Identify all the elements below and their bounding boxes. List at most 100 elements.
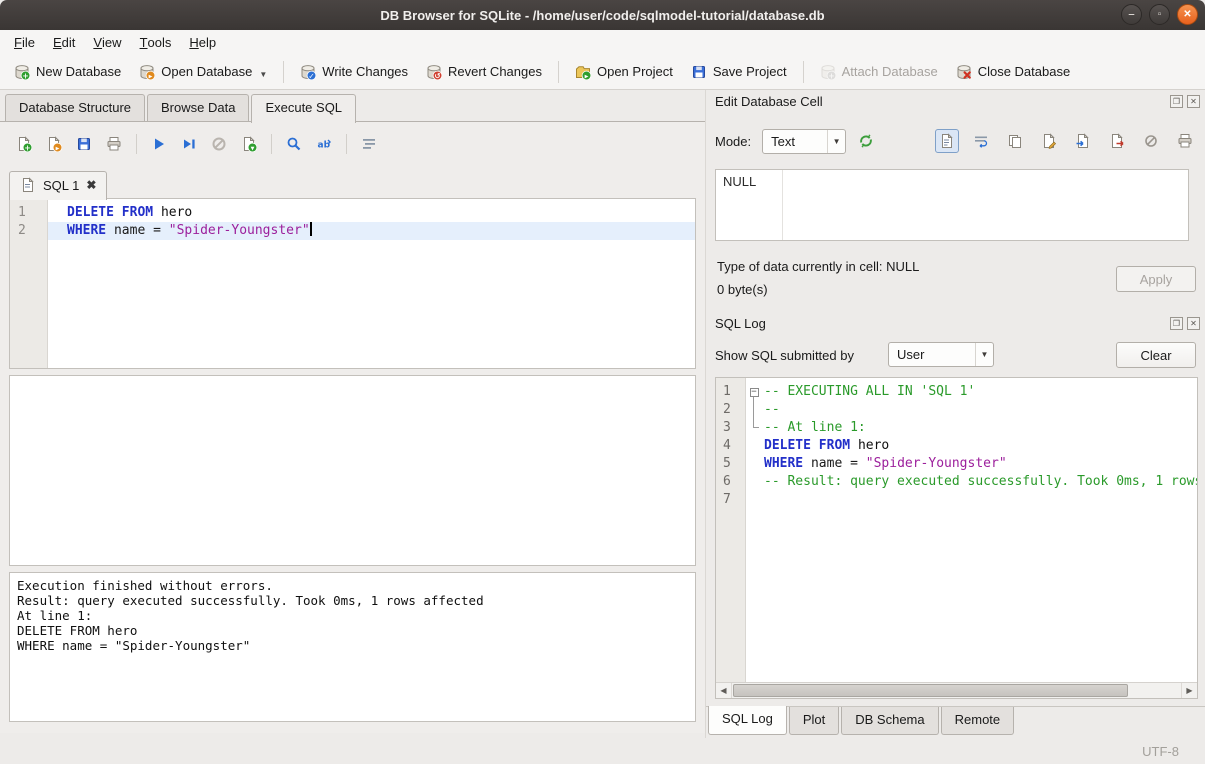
close-tab-icon[interactable]: ✖ — [86, 178, 96, 192]
scroll-right-icon[interactable]: ▶ — [1181, 683, 1197, 698]
find-button[interactable] — [282, 132, 306, 156]
right-dock-panel: Edit Database Cell ❐ ✕ Mode: Text ▼ NULL… — [705, 90, 1205, 738]
fold-marker-icon[interactable]: − — [746, 383, 762, 401]
sql-log-view[interactable]: 1−-- EXECUTING ALL IN 'SQL 1'2--3-- At l… — [715, 377, 1198, 699]
code-text: WHERE name = "Spider-Youngster" — [762, 455, 1197, 473]
clear-log-button[interactable]: Clear — [1116, 342, 1196, 368]
text-mode-button[interactable] — [935, 129, 959, 153]
open-database-icon: ▸ — [139, 64, 155, 80]
revert-changes-button-label: Revert Changes — [448, 64, 542, 79]
fold-marker-icon[interactable] — [746, 401, 762, 419]
close-database-icon — [956, 64, 972, 80]
titlebar[interactable]: DB Browser for SQLite - /home/user/code/… — [0, 0, 1205, 30]
execute-sql-panel: + ▸ ▾ ab SQL 1 ✖ 1DELETE FROM hero2WHERE na… — [0, 121, 705, 733]
new-database-icon: + — [14, 64, 30, 80]
code-text: -- — [762, 401, 1197, 419]
token: -- At line 1: — [764, 420, 866, 435]
mode-value: Text — [771, 134, 795, 149]
line-number: 1 — [716, 383, 746, 401]
cell-value-editor[interactable]: NULL — [715, 169, 1189, 241]
open-sql-file-button[interactable]: ▸ — [42, 132, 66, 156]
code-line: 3-- At line 1: — [716, 419, 1197, 437]
svg-text:+: + — [22, 71, 28, 80]
svg-text:+: + — [24, 143, 30, 152]
bottom-tab-sql-log[interactable]: SQL Log — [708, 706, 787, 735]
token — [811, 438, 819, 453]
code-text: DELETE FROM hero — [762, 437, 1197, 455]
code-text: WHERE name = "Spider-Youngster" — [48, 222, 695, 240]
scrollbar-track[interactable] — [732, 683, 1181, 698]
mode-select[interactable]: Text ▼ — [762, 129, 846, 154]
tab-execute-sql[interactable]: Execute SQL — [251, 94, 356, 123]
submitter-select[interactable]: User ▼ — [888, 342, 994, 367]
horizontal-scrollbar[interactable]: ◀ ▶ — [716, 682, 1197, 698]
code-text: -- At line 1: — [762, 419, 1197, 437]
token: FROM — [122, 205, 153, 220]
execute-all-button[interactable] — [147, 132, 171, 156]
fold-marker-icon[interactable] — [746, 419, 762, 437]
save-project-button[interactable]: Save Project — [683, 59, 795, 85]
close-button[interactable]: ✕ — [1177, 4, 1198, 25]
bottom-tab-plot[interactable]: Plot — [789, 707, 839, 735]
execute-current-line-button[interactable] — [177, 132, 201, 156]
token: DELETE — [764, 438, 811, 453]
tab-browse-data[interactable]: Browse Data — [147, 94, 249, 122]
line-number: 5 — [716, 455, 746, 473]
new-database-button[interactable]: +New Database — [6, 59, 129, 85]
replace-button[interactable]: ab — [312, 132, 336, 156]
svg-text:▸: ▸ — [585, 71, 589, 80]
open-project-button[interactable]: ▸Open Project — [567, 59, 681, 85]
menu-tools[interactable]: Tools — [131, 30, 181, 54]
format-sql-button[interactable] — [357, 132, 381, 156]
token: hero — [161, 205, 192, 220]
import-data-button[interactable] — [1071, 129, 1095, 153]
menu-view[interactable]: View — [84, 30, 130, 54]
open-database-button[interactable]: ▸Open Database▼ — [131, 59, 275, 85]
tab-database-structure[interactable]: Database Structure — [5, 94, 145, 122]
edit-cell-button[interactable] — [1037, 129, 1061, 153]
float-icon[interactable]: ❐ — [1170, 317, 1183, 330]
auto-switch-mode-button[interactable] — [854, 129, 878, 153]
bottom-tab-remote[interactable]: Remote — [941, 707, 1015, 735]
export-data-button[interactable] — [1105, 129, 1129, 153]
stop-button — [207, 132, 231, 156]
print-cell-button[interactable] — [1173, 129, 1197, 153]
menu-file[interactable]: File — [5, 30, 44, 54]
code-text: DELETE FROM hero — [48, 204, 695, 222]
new-tab-button[interactable]: + — [12, 132, 36, 156]
dropdown-caret-icon[interactable]: ▼ — [259, 70, 267, 80]
token — [850, 438, 858, 453]
maximize-icon: ▫ — [1158, 10, 1162, 20]
sql-tab[interactable]: SQL 1 ✖ — [9, 171, 107, 200]
word-wrap-button[interactable] — [969, 129, 993, 153]
menu-edit[interactable]: Edit — [44, 30, 84, 54]
save-sql-file-button[interactable] — [72, 132, 96, 156]
write-changes-button[interactable]: ✓Write Changes — [292, 59, 416, 85]
close-database-button[interactable]: Close Database — [948, 59, 1079, 85]
maximize-button[interactable]: ▫ — [1149, 4, 1170, 25]
scrollbar-thumb[interactable] — [733, 684, 1128, 697]
menubar: FileEditViewToolsHelp — [0, 30, 1205, 54]
print-button[interactable] — [102, 132, 126, 156]
token: WHERE — [764, 456, 803, 471]
save-results-button[interactable]: ▾ — [237, 132, 261, 156]
token — [153, 205, 161, 220]
minimize-button[interactable]: ‒ — [1121, 4, 1142, 25]
close-icon[interactable]: ✕ — [1187, 317, 1200, 330]
svg-text:▸: ▸ — [149, 71, 153, 80]
main-toolbar: +New Database▸Open Database▼ ✓Write Chang… — [0, 54, 1205, 90]
copy-cell-button[interactable] — [1003, 129, 1027, 153]
revert-changes-button[interactable]: ↺Revert Changes — [418, 59, 550, 85]
scroll-left-icon[interactable]: ◀ — [716, 683, 732, 698]
code-line: 2-- — [716, 401, 1197, 419]
token: -- — [764, 402, 780, 417]
line-number: 1 — [10, 204, 48, 222]
sql-editor[interactable]: 1DELETE FROM hero2WHERE name = "Spider-Y… — [9, 198, 696, 369]
menu-help[interactable]: Help — [180, 30, 225, 54]
encoding-indicator[interactable]: UTF-8 — [1142, 744, 1179, 759]
close-icon[interactable]: ✕ — [1187, 95, 1200, 108]
float-icon[interactable]: ❐ — [1170, 95, 1183, 108]
attach-database-button: +Attach Database — [812, 59, 946, 85]
bottom-tab-db-schema[interactable]: DB Schema — [841, 707, 938, 735]
results-grid[interactable] — [9, 375, 696, 566]
